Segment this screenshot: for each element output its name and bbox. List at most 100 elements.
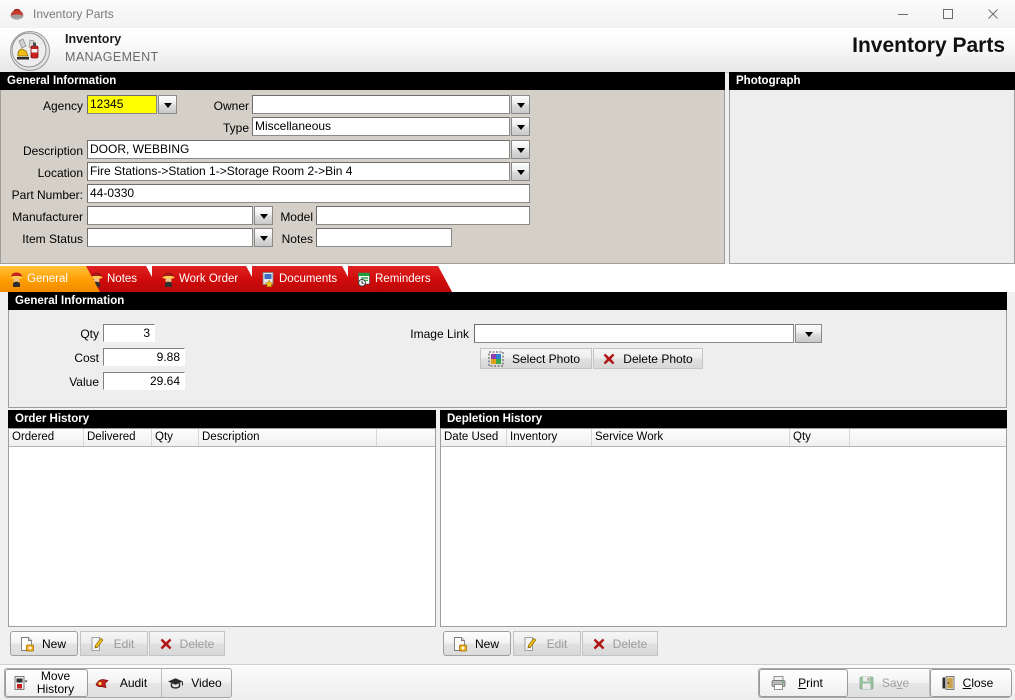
description-dropdown-button[interactable] bbox=[511, 140, 530, 159]
item-status-input[interactable] bbox=[87, 228, 253, 247]
window-title: Inventory Parts bbox=[33, 7, 114, 21]
notes-label: Notes bbox=[281, 232, 313, 246]
toolbar-left-group: Move History Audit Video bbox=[4, 668, 232, 698]
order-history-edit-label: Edit bbox=[113, 636, 135, 651]
agency-input[interactable]: 12345 bbox=[87, 95, 157, 114]
depletion-history-new-button[interactable]: New bbox=[443, 631, 511, 656]
depletion-history-edit-button[interactable]: Edit bbox=[513, 631, 581, 656]
tab-reminders[interactable]: Reminders bbox=[348, 266, 452, 292]
value-input[interactable]: 29.64 bbox=[103, 372, 185, 390]
manufacturer-input[interactable] bbox=[87, 206, 253, 225]
order-history-col-spacer bbox=[377, 429, 435, 446]
photograph-panel bbox=[729, 90, 1015, 264]
agency-label: Agency bbox=[42, 99, 83, 113]
part-number-input[interactable]: 44-0330 bbox=[87, 184, 530, 203]
qty-input[interactable]: 3 bbox=[103, 324, 155, 342]
minimize-button[interactable] bbox=[880, 0, 925, 28]
tab-work-order[interactable]: Work Order bbox=[152, 266, 260, 292]
close-label: Close bbox=[931, 670, 1011, 696]
order-history-delete-button[interactable]: Delete bbox=[149, 631, 225, 656]
image-link-input[interactable] bbox=[474, 324, 794, 343]
notes-input[interactable] bbox=[316, 228, 452, 247]
bottom-toolbar: Move History Audit Video P rint Sa v e C… bbox=[0, 664, 1015, 700]
depletion-history-header-row: Date Used Inventory Service Work Qty bbox=[441, 429, 1006, 447]
tab-notes-label: Notes bbox=[107, 273, 138, 285]
description-input[interactable]: DOOR, WEBBING bbox=[87, 140, 510, 159]
order-history-header-row: Ordered Delivered Qty Description bbox=[9, 429, 435, 447]
delete-photo-button[interactable]: Delete Photo bbox=[593, 348, 703, 369]
tab-documents[interactable]: Documents bbox=[252, 266, 356, 292]
image-link-dropdown-button[interactable] bbox=[795, 324, 822, 343]
model-input[interactable] bbox=[316, 206, 530, 225]
image-link-label: Image Link bbox=[410, 327, 469, 341]
type-dropdown-button[interactable] bbox=[511, 117, 530, 136]
value-label: Value bbox=[69, 375, 99, 389]
general-information-section-bar: General Information bbox=[0, 72, 725, 90]
firefighter-icon bbox=[161, 271, 176, 287]
tab-strip: General Notes Work Order Documents Remin… bbox=[0, 264, 1015, 292]
general-tab-section-bar: General Information bbox=[8, 292, 1007, 310]
depletion-history-delete-button[interactable]: Delete bbox=[582, 631, 658, 656]
close-window-button[interactable] bbox=[970, 0, 1015, 28]
cost-input[interactable]: 9.88 bbox=[103, 348, 185, 366]
close-button[interactable]: Close bbox=[930, 669, 1012, 697]
audit-button[interactable]: Audit bbox=[88, 669, 162, 697]
order-history-col-delivered[interactable]: Delivered bbox=[84, 429, 152, 446]
type-input[interactable]: Miscellaneous bbox=[252, 117, 510, 136]
order-history-col-description[interactable]: Description bbox=[199, 429, 377, 446]
save-label: Sa v e bbox=[848, 669, 929, 697]
order-history-delete-label: Delete bbox=[179, 636, 215, 651]
owner-input[interactable] bbox=[252, 95, 510, 114]
video-button[interactable]: Video bbox=[162, 669, 233, 697]
delete-photo-label: Delete Photo bbox=[623, 351, 693, 366]
move-history-label: Move History bbox=[36, 669, 75, 696]
order-history-col-ordered[interactable]: Ordered bbox=[9, 429, 84, 446]
depletion-history-col-inventory[interactable]: Inventory bbox=[507, 429, 592, 446]
fire-boot-extinguisher-logo bbox=[10, 31, 50, 71]
header-title-line2: MANAGEMENT bbox=[65, 50, 159, 64]
tab-general[interactable]: General bbox=[0, 266, 100, 292]
window-titlebar: Inventory Parts bbox=[0, 0, 1015, 29]
item-status-label: Item Status bbox=[22, 232, 83, 246]
app-header: Inventory MANAGEMENT Inventory Parts bbox=[0, 28, 1015, 73]
depletion-history-col-date-used[interactable]: Date Used bbox=[441, 429, 507, 446]
general-tab-panel: Qty 3 Cost 9.88 Value 29.64 Image Link S… bbox=[8, 310, 1007, 408]
audit-label: Audit bbox=[119, 675, 148, 690]
location-input[interactable]: Fire Stations->Station 1->Storage Room 2… bbox=[87, 162, 510, 181]
print-label: Print bbox=[760, 670, 847, 696]
select-photo-label: Select Photo bbox=[511, 351, 581, 366]
depletion-history-edit-label: Edit bbox=[546, 636, 568, 651]
general-information-form-panel: Agency 12345 Owner Type Miscellaneous De… bbox=[0, 90, 725, 264]
calendar-clock-icon bbox=[357, 271, 372, 287]
depletion-history-section-bar: Depletion History bbox=[440, 410, 1007, 428]
order-history-list[interactable]: Ordered Delivered Qty Description bbox=[8, 428, 436, 627]
depletion-history-col-service-work[interactable]: Service Work bbox=[592, 429, 790, 446]
print-button[interactable]: Print bbox=[759, 669, 848, 697]
depletion-history-delete-label: Delete bbox=[612, 636, 648, 651]
move-history-button[interactable]: Move History bbox=[5, 669, 88, 697]
document-star-icon bbox=[261, 271, 276, 287]
header-title-line1: Inventory bbox=[65, 32, 122, 46]
order-history-new-button[interactable]: New bbox=[10, 631, 78, 656]
type-label: Type bbox=[222, 121, 249, 135]
location-label: Location bbox=[37, 166, 83, 180]
save-button[interactable]: Sa v e bbox=[848, 669, 930, 697]
owner-dropdown-button[interactable] bbox=[511, 95, 530, 114]
video-label: Video bbox=[191, 675, 222, 690]
part-number-label: Part Number: bbox=[11, 188, 83, 202]
select-photo-button[interactable]: Select Photo bbox=[480, 348, 592, 369]
depletion-history-list[interactable]: Date Used Inventory Service Work Qty bbox=[440, 428, 1007, 627]
tab-reminders-label: Reminders bbox=[375, 273, 431, 285]
item-status-dropdown-button[interactable] bbox=[254, 228, 273, 247]
location-dropdown-button[interactable] bbox=[511, 162, 530, 181]
description-label: Description bbox=[22, 144, 83, 158]
maximize-button[interactable] bbox=[925, 0, 970, 28]
manufacturer-dropdown-button[interactable] bbox=[254, 206, 273, 225]
order-history-section-bar: Order History bbox=[8, 410, 436, 428]
order-history-col-qty[interactable]: Qty bbox=[152, 429, 199, 446]
tab-general-label: General bbox=[27, 273, 68, 285]
order-history-edit-button[interactable]: Edit bbox=[80, 631, 148, 656]
close-rest: lose bbox=[971, 675, 994, 690]
save-part1: Sa bbox=[881, 675, 897, 690]
depletion-history-col-qty[interactable]: Qty bbox=[790, 429, 850, 446]
